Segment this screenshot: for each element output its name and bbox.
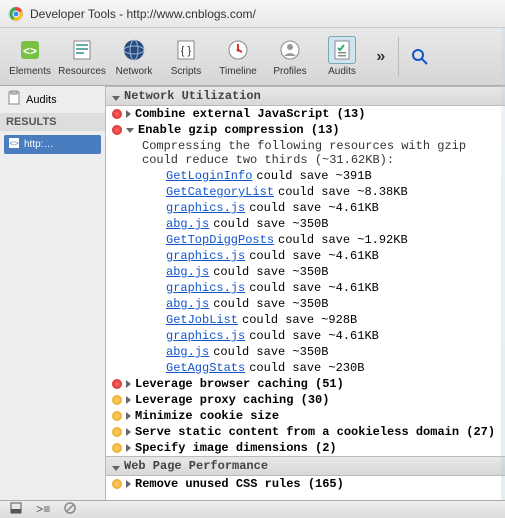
audit-item-cookie[interactable]: Minimize cookie size (106, 408, 505, 424)
resource-save-text: could save ~350B (213, 297, 328, 311)
chevron-right-icon[interactable] (126, 396, 131, 404)
dock-icon[interactable] (10, 502, 22, 518)
chevron-right-icon[interactable] (126, 444, 131, 452)
resource-line: graphics.js could save ~4.61KB (106, 328, 505, 344)
toolbar: <>Elements Resources Network { }Scripts … (0, 28, 505, 86)
resource-save-text: could save ~350B (213, 265, 328, 279)
tab-network[interactable]: Network (108, 36, 160, 77)
overflow-button[interactable]: » (376, 48, 386, 66)
tab-audits[interactable]: Audits (316, 36, 368, 77)
sidebar-results-header: RESULTS (0, 113, 105, 131)
severity-orange-icon (112, 427, 122, 437)
chevron-down-icon[interactable] (112, 96, 120, 101)
sidebar-result-item[interactable]: <> http:… (4, 135, 101, 154)
audit-panel: Network Utilization Combine external Jav… (106, 86, 505, 500)
section-web-page-performance[interactable]: Web Page Performance (106, 456, 505, 476)
resource-link[interactable]: abg.js (166, 297, 209, 311)
resource-line: GetAggStats could save ~230B (106, 360, 505, 376)
resource-link[interactable]: abg.js (166, 217, 209, 231)
document-icon: <> (8, 137, 20, 152)
chevron-right-icon[interactable] (126, 380, 131, 388)
resource-save-text: could save ~4.61KB (249, 201, 379, 215)
severity-orange-icon (112, 411, 122, 421)
resource-line: GetLoginInfo could save ~391B (106, 168, 505, 184)
resource-save-text: could save ~928B (242, 313, 357, 327)
resource-save-text: could save ~4.61KB (249, 249, 379, 263)
resource-link[interactable]: graphics.js (166, 329, 245, 343)
resource-line: GetCategoryList could save ~8.38KB (106, 184, 505, 200)
chevron-right-icon[interactable] (126, 428, 131, 436)
resource-link[interactable]: abg.js (166, 265, 209, 279)
clipboard-icon (6, 90, 22, 109)
severity-red-icon (112, 125, 122, 135)
gzip-description: Compressing the following resources with… (106, 138, 505, 168)
resource-line: GetJobList could save ~928B (106, 312, 505, 328)
resource-line: graphics.js could save ~4.61KB (106, 248, 505, 264)
resource-link[interactable]: abg.js (166, 345, 209, 359)
severity-orange-icon (112, 443, 122, 453)
resource-link[interactable]: GetAggStats (166, 361, 245, 375)
chevron-right-icon[interactable] (126, 480, 131, 488)
chevron-down-icon[interactable] (126, 128, 134, 133)
resource-link[interactable]: graphics.js (166, 249, 245, 263)
resource-link[interactable]: GetJobList (166, 313, 238, 327)
chevron-right-icon[interactable] (126, 110, 131, 118)
resource-link[interactable]: graphics.js (166, 281, 245, 295)
audit-item-img-dims[interactable]: Specify image dimensions (2) (106, 440, 505, 456)
resource-line: graphics.js could save ~4.61KB (106, 280, 505, 296)
audit-item-browser-caching[interactable]: Leverage browser caching (51) (106, 376, 505, 392)
window-title: Developer Tools - http://www.cnblogs.com… (30, 7, 256, 21)
resource-line: GetTopDiggPosts could save ~1.92KB (106, 232, 505, 248)
resource-link[interactable]: GetCategoryList (166, 185, 274, 199)
audit-item-unused-css[interactable]: Remove unused CSS rules (165) (106, 476, 505, 492)
severity-orange-icon (112, 395, 122, 405)
chevron-down-icon[interactable] (112, 466, 120, 471)
resource-line: abg.js could save ~350B (106, 264, 505, 280)
severity-red-icon (112, 109, 122, 119)
resource-save-text: could save ~4.61KB (249, 281, 379, 295)
svg-text:{ }: { } (181, 45, 192, 57)
tab-timeline[interactable]: Timeline (212, 36, 264, 77)
clear-icon[interactable] (64, 502, 76, 518)
tab-resources[interactable]: Resources (56, 36, 108, 77)
tab-scripts[interactable]: { }Scripts (160, 36, 212, 77)
resource-link[interactable]: GetTopDiggPosts (166, 233, 274, 247)
resource-line: abg.js could save ~350B (106, 216, 505, 232)
resource-save-text: could save ~8.38KB (278, 185, 408, 199)
window-titlebar: Developer Tools - http://www.cnblogs.com… (0, 0, 505, 28)
svg-text:<>: <> (9, 139, 19, 148)
toolbar-separator (398, 37, 399, 77)
chrome-icon (8, 6, 24, 22)
svg-text:<>: <> (23, 44, 37, 58)
search-icon[interactable] (411, 48, 429, 66)
audit-item-combine-js[interactable]: Combine external JavaScript (13) (106, 106, 505, 122)
section-network-utilization[interactable]: Network Utilization (106, 86, 505, 106)
resource-save-text: could save ~1.92KB (278, 233, 408, 247)
severity-orange-icon (112, 479, 122, 489)
resource-save-text: could save ~350B (213, 345, 328, 359)
window-edge (501, 28, 505, 500)
sidebar-item-audits[interactable]: Audits (0, 86, 105, 113)
resource-save-text: could save ~4.61KB (249, 329, 379, 343)
audit-item-gzip[interactable]: Enable gzip compression (13) (106, 122, 505, 138)
audit-item-proxy-caching[interactable]: Leverage proxy caching (30) (106, 392, 505, 408)
sidebar: Audits RESULTS <> http:… (0, 86, 106, 500)
resource-save-text: could save ~391B (256, 169, 371, 183)
severity-red-icon (112, 379, 122, 389)
resource-line: abg.js could save ~350B (106, 296, 505, 312)
resource-line: graphics.js could save ~4.61KB (106, 200, 505, 216)
tab-profiles[interactable]: Profiles (264, 36, 316, 77)
resource-line: abg.js could save ~350B (106, 344, 505, 360)
resource-save-text: could save ~350B (213, 217, 328, 231)
resource-save-text: could save ~230B (249, 361, 364, 375)
console-icon[interactable]: >≡ (36, 503, 50, 517)
statusbar: >≡ (0, 500, 505, 518)
chevron-right-icon[interactable] (126, 412, 131, 420)
resource-link[interactable]: GetLoginInfo (166, 169, 252, 183)
main-area: Audits RESULTS <> http:… Network Utiliza… (0, 86, 505, 500)
tab-elements[interactable]: <>Elements (4, 36, 56, 77)
resource-link[interactable]: graphics.js (166, 201, 245, 215)
audit-item-cookieless[interactable]: Serve static content from a cookieless d… (106, 424, 505, 440)
